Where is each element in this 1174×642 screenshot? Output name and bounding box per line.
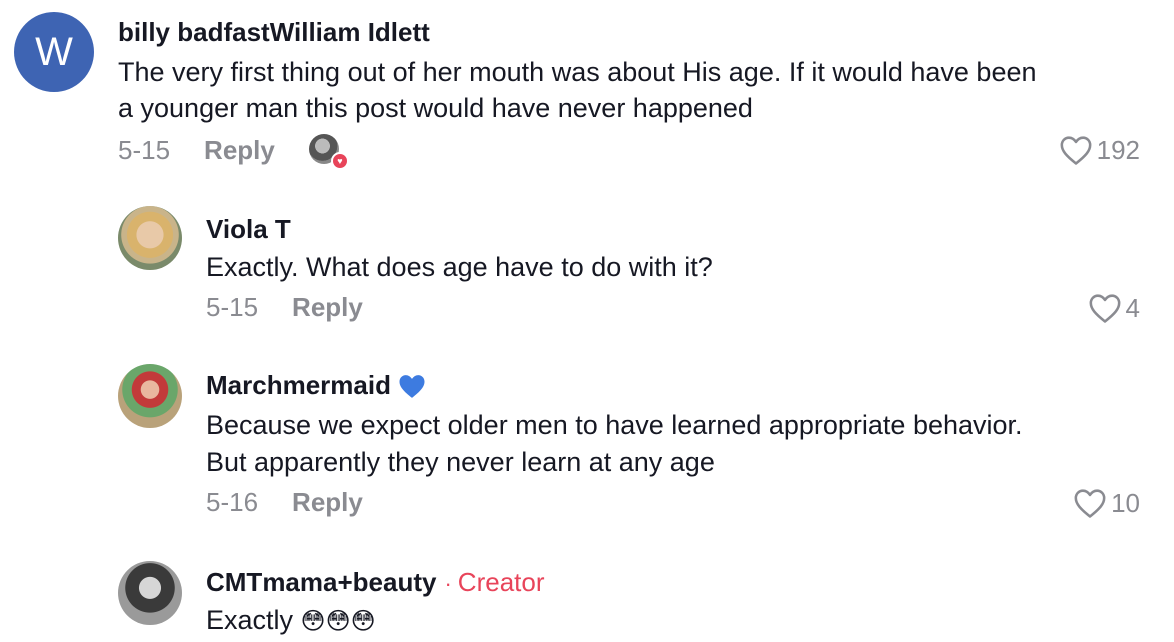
avatar[interactable]: W xyxy=(14,12,94,92)
heart-outline-icon xyxy=(1074,489,1106,518)
comment-text-line-1: Exactly 😳😳😳 xyxy=(206,602,376,639)
comment-2: Viola T Exactly. What does age have to d… xyxy=(0,190,1174,350)
heart-icon: ♥ xyxy=(330,152,349,170)
comment-text-line-1: The very first thing out of her mouth wa… xyxy=(118,57,1037,87)
reply-button[interactable]: Reply xyxy=(204,135,275,166)
creator-liked-badge: ♥ xyxy=(308,134,349,170)
reply-button[interactable]: Reply xyxy=(292,487,363,518)
comment-author[interactable]: Viola T xyxy=(206,214,291,245)
comment-1: W billy badfastWilliam Idlett The very f… xyxy=(0,0,1174,190)
like-button[interactable]: 4 xyxy=(1088,292,1140,324)
avatar[interactable] xyxy=(118,364,182,428)
comment-date: 5-15 xyxy=(118,134,171,165)
comment-text-line-2: a younger man this post would have never… xyxy=(118,93,753,123)
comment-meta: 5-15 Reply ♥ xyxy=(118,134,349,170)
blue-heart-icon xyxy=(399,374,425,398)
comment-3: Marchmermaid Because we expect older men… xyxy=(0,350,1174,545)
like-count: 192 xyxy=(1096,134,1140,165)
heart-outline-icon xyxy=(1089,294,1120,323)
reply-button[interactable]: Reply xyxy=(292,292,363,323)
author-name: Marchmermaid xyxy=(206,370,391,400)
comment-meta: 5-16 Reply xyxy=(206,487,363,518)
author-name: CMTmama+beauty xyxy=(206,567,437,597)
comment-text: Exactly xyxy=(206,605,294,635)
flushed-face-emoji: 😳😳😳 xyxy=(300,607,376,635)
comment-date: 5-16 xyxy=(206,487,259,517)
like-count: 10 xyxy=(1111,487,1140,518)
comment-text-line-1: Exactly. What does age have to do with i… xyxy=(206,252,713,282)
separator-dot: · xyxy=(444,571,452,596)
comment-text-line-1: Because we expect older men to have lear… xyxy=(206,410,1023,440)
comment-author[interactable]: CMTmama+beauty · Creator xyxy=(206,567,545,598)
heart-outline-icon xyxy=(1060,136,1092,165)
avatar[interactable] xyxy=(118,206,182,270)
like-button[interactable]: 10 xyxy=(1073,487,1140,519)
comment-author[interactable]: billy badfastWilliam Idlett xyxy=(118,17,430,48)
like-count: 4 xyxy=(1125,292,1140,323)
comment-text-line-2: But apparently they never learn at any a… xyxy=(206,447,715,477)
comment-date: 5-15 xyxy=(206,292,259,322)
comment-meta: 5-15 Reply xyxy=(206,292,363,323)
like-button[interactable]: 192 xyxy=(1059,134,1140,166)
creator-badge: · Creator xyxy=(444,567,544,598)
comment-4: CMTmama+beauty · Creator Exactly 😳😳😳 xyxy=(0,545,1174,642)
comment-author[interactable]: Marchmermaid xyxy=(206,370,427,401)
avatar[interactable] xyxy=(118,561,182,625)
creator-label: Creator xyxy=(457,567,545,597)
